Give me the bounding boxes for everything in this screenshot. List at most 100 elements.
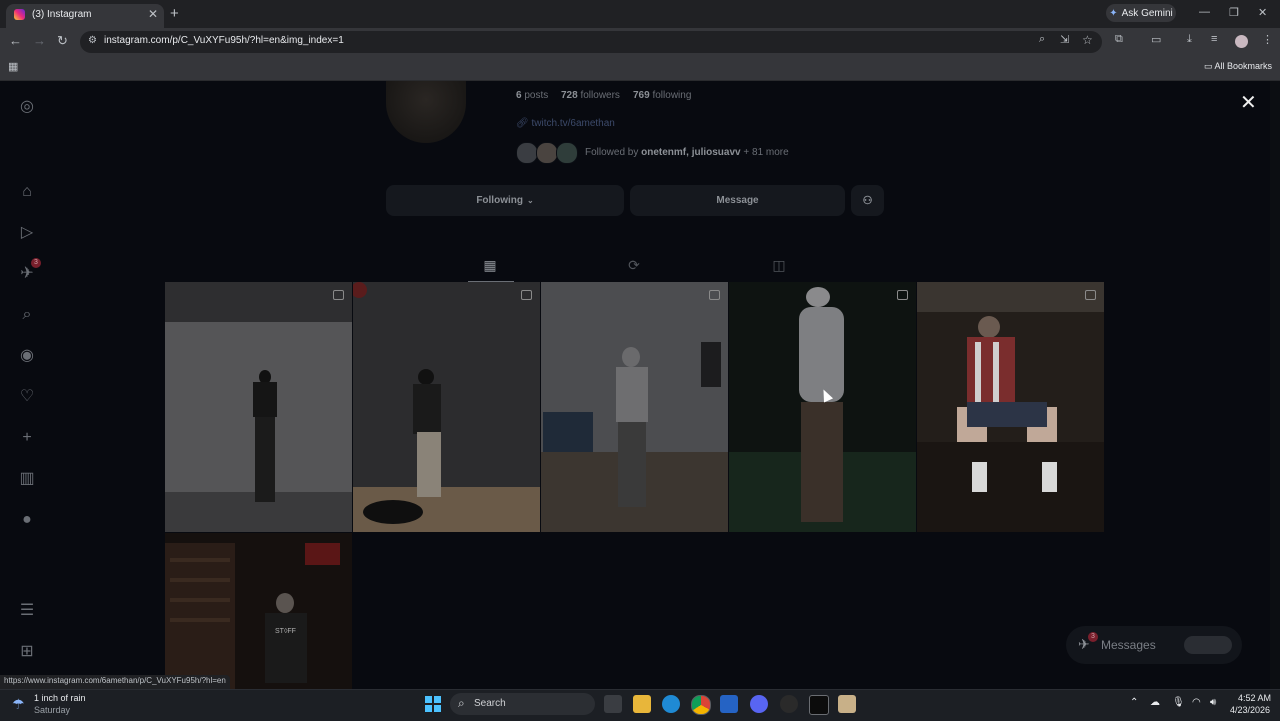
- posts-label: posts: [524, 90, 549, 101]
- close-window-icon[interactable]: ✕: [1258, 6, 1267, 19]
- weather-rain-icon[interactable]: ☂: [12, 696, 25, 713]
- url-text[interactable]: instagram.com/p/C_VuXYFu95h/?hl=en&img_i…: [104, 35, 344, 46]
- carousel-icon: [897, 290, 908, 300]
- edge-icon[interactable]: [662, 695, 680, 713]
- search-icon[interactable]: ⌕: [17, 305, 37, 325]
- followed-by-prefix: Followed by: [585, 147, 639, 158]
- post-image: ST◊FF: [165, 533, 352, 689]
- bookmarks-bar: [0, 56, 1280, 81]
- following-label: following: [652, 90, 692, 101]
- post-image: [165, 282, 352, 532]
- post-thumbnail[interactable]: [353, 282, 540, 532]
- bookmark-star-icon[interactable]: ☆: [1082, 33, 1093, 47]
- reload-icon[interactable]: ↻: [57, 33, 68, 49]
- profile-icon[interactable]: ●: [17, 510, 37, 530]
- messages-label: Messages: [1101, 638, 1156, 652]
- zoom-icon[interactable]: ⌕: [1039, 33, 1045, 46]
- tab-title: (3) Instagram: [32, 9, 92, 20]
- carousel-icon: [709, 290, 720, 300]
- suggest-people-button[interactable]: ⚇: [851, 185, 884, 216]
- install-app-icon[interactable]: ⇲: [1060, 33, 1069, 46]
- also-from-meta-icon[interactable]: ⊞: [17, 642, 37, 662]
- following-count: 769: [633, 90, 650, 101]
- search-icon: ⌕: [458, 696, 465, 710]
- browser-tab[interactable]: (3) Instagram ✕: [6, 4, 164, 28]
- close-tab-icon[interactable]: ✕: [148, 7, 158, 21]
- maximize-icon[interactable]: ❐: [1229, 6, 1239, 19]
- wifi-icon[interactable]: ◠: [1192, 697, 1201, 708]
- post-thumbnail[interactable]: ST◊FF: [165, 533, 352, 689]
- post-image: [353, 282, 540, 532]
- messages-badge: 3: [1088, 632, 1098, 642]
- tab-search-icon[interactable]: ≡: [1211, 33, 1217, 45]
- follower-avatar: [536, 142, 558, 164]
- clock-date[interactable]: 4/23/2026: [1230, 705, 1270, 715]
- followers-stat[interactable]: 728 followers: [561, 90, 620, 101]
- notifications-heart-icon[interactable]: ♡: [17, 387, 37, 407]
- profile-link[interactable]: 🔗︎ twitch.tv/6amethan: [516, 118, 615, 129]
- app-icon[interactable]: [780, 695, 798, 713]
- clock-time[interactable]: 4:52 AM: [1238, 693, 1271, 703]
- side-panel-icon[interactable]: ▭: [1151, 33, 1161, 46]
- post-thumbnail[interactable]: [541, 282, 728, 532]
- svg-text:ST◊FF: ST◊FF: [275, 628, 296, 635]
- chrome-icon[interactable]: [691, 695, 711, 715]
- instagram-logo-icon[interactable]: ◎: [17, 97, 37, 117]
- game-launcher-icon[interactable]: [838, 695, 856, 713]
- store-icon[interactable]: [720, 695, 738, 713]
- link-icon: 🔗︎: [516, 118, 532, 129]
- folder-icon: ▭: [1204, 61, 1215, 71]
- tagged-tab-icon[interactable]: ◫: [770, 257, 788, 273]
- message-button[interactable]: Message: [630, 185, 845, 216]
- browser-tab-strip: [0, 0, 1280, 28]
- reels-icon[interactable]: ▷: [17, 223, 37, 243]
- windows-start-icon[interactable]: [425, 696, 441, 712]
- direct-messages-icon[interactable]: ✈ 3: [17, 258, 41, 284]
- chrome-menu-icon[interactable]: ⋮: [1262, 33, 1273, 46]
- back-icon[interactable]: ←: [9, 33, 22, 48]
- extensions-icon[interactable]: ⧉: [1115, 33, 1123, 46]
- post-thumbnail[interactable]: [165, 282, 352, 532]
- terminal-icon[interactable]: [809, 695, 829, 715]
- posts-grid-tab-icon[interactable]: ▦: [481, 257, 499, 273]
- onedrive-icon[interactable]: ☁: [1150, 697, 1160, 708]
- posts-stat: 6 posts: [516, 90, 548, 101]
- notification-badge: 3: [31, 258, 41, 268]
- microphone-icon[interactable]: 🎙︎: [1172, 697, 1185, 708]
- volume-icon[interactable]: 🔊︎: [1210, 697, 1216, 708]
- reposts-tab-icon[interactable]: ⟳: [625, 257, 643, 273]
- more-menu-icon[interactable]: ☰: [17, 601, 37, 621]
- forward-icon[interactable]: →: [33, 33, 46, 48]
- apps-grid-icon[interactable]: ▦: [8, 60, 18, 73]
- all-bookmarks-label: All Bookmarks: [1214, 61, 1273, 71]
- explore-icon[interactable]: ◉: [17, 346, 37, 366]
- downloads-icon[interactable]: ⤓: [1187, 33, 1192, 46]
- carousel-icon: [1085, 290, 1096, 300]
- weather-summary[interactable]: 1 inch of rain: [34, 693, 86, 703]
- new-tab-icon[interactable]: +: [170, 5, 179, 22]
- following-button[interactable]: Following ⌄: [386, 185, 624, 216]
- posts-count: 6: [516, 90, 522, 101]
- followers-count: 728: [561, 90, 578, 101]
- minimize-icon[interactable]: —: [1199, 6, 1210, 18]
- post-thumbnail[interactable]: [729, 282, 916, 532]
- followed-by-text[interactable]: Followed by onetenmf, juliosuavv + 81 mo…: [585, 147, 789, 158]
- weather-day[interactable]: Saturday: [34, 705, 70, 715]
- profile-avatar-icon[interactable]: [1235, 35, 1248, 48]
- ask-gemini-button[interactable]: ✦ Ask Gemini: [1106, 4, 1176, 22]
- taskbar-search[interactable]: ⌕ Search: [450, 693, 595, 715]
- file-explorer-icon[interactable]: [633, 695, 651, 713]
- home-icon[interactable]: ⌂: [17, 182, 37, 202]
- all-bookmarks[interactable]: ▭ All Bookmarks: [1204, 61, 1272, 72]
- task-view-icon[interactable]: [604, 695, 622, 713]
- follower-avatar: [516, 142, 538, 164]
- page-scrollbar[interactable]: [1270, 81, 1280, 689]
- discord-icon[interactable]: [750, 695, 768, 713]
- post-thumbnail[interactable]: [917, 282, 1104, 532]
- show-hidden-icons-icon[interactable]: ⌃: [1130, 697, 1138, 708]
- create-icon[interactable]: +: [17, 428, 37, 448]
- dashboard-icon[interactable]: ▥: [17, 469, 37, 489]
- site-info-icon[interactable]: ⚙: [88, 35, 97, 46]
- following-stat[interactable]: 769 following: [633, 90, 691, 101]
- close-modal-icon[interactable]: ✕: [1240, 90, 1257, 115]
